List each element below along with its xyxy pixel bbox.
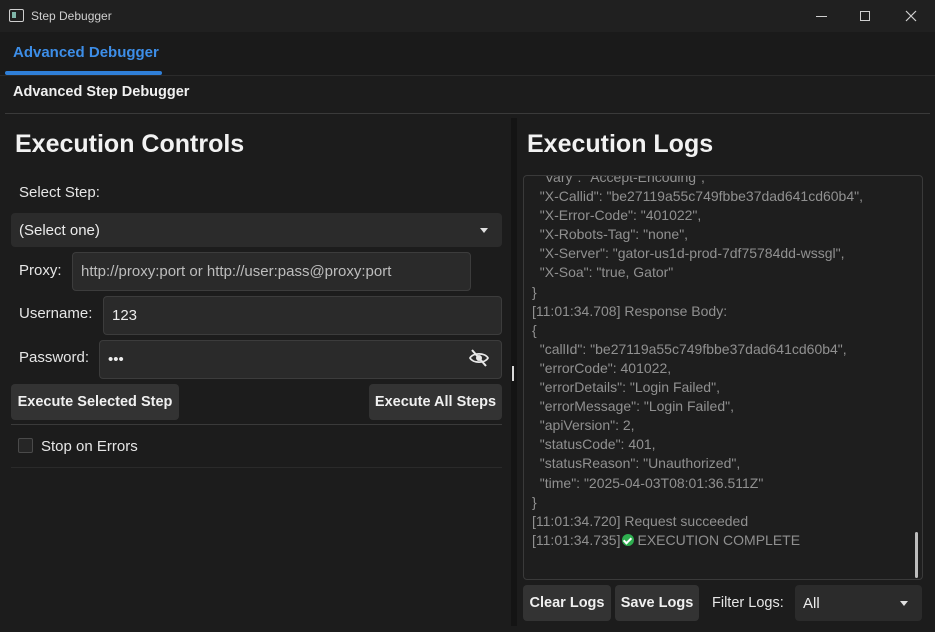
stop-on-errors-checkbox[interactable] bbox=[18, 438, 33, 453]
log-line: "apiVersion": 2, bbox=[532, 417, 635, 434]
log-line: "X-Server": "gator-us1d-prod-7df75784dd-… bbox=[532, 245, 845, 262]
eye-slash-icon[interactable] bbox=[469, 349, 489, 367]
log-scrollbar[interactable] bbox=[915, 532, 918, 578]
check-circle-icon bbox=[622, 533, 635, 546]
log-line: "errorDetails": "Login Failed", bbox=[532, 379, 720, 396]
log-line: [11:01:34.720] Request succeeded bbox=[532, 512, 749, 529]
execution-controls-title: Execution Controls bbox=[15, 130, 245, 158]
execute-all-steps-button[interactable]: Execute All Steps bbox=[369, 384, 502, 420]
maximize-button[interactable] bbox=[842, 0, 888, 32]
select-step-dropdown[interactable]: (Select one) bbox=[11, 213, 502, 247]
log-line: "time": "2025-04-03T08:01:36.511Z" bbox=[532, 474, 764, 491]
close-button[interactable] bbox=[888, 0, 934, 32]
filter-logs-label: Filter Logs: bbox=[712, 595, 784, 611]
log-timestamp: [11:01:34.735] bbox=[532, 531, 621, 548]
username-input[interactable]: 123 bbox=[103, 296, 502, 335]
minimize-icon bbox=[815, 15, 827, 17]
chevron-down-icon bbox=[900, 601, 908, 606]
stop-on-errors-label[interactable]: Stop on Errors bbox=[41, 438, 138, 455]
execution-controls-panel: Execution Controls Select Step: (Select … bbox=[5, 118, 511, 626]
title-bar: Step Debugger bbox=[0, 0, 935, 32]
log-line: { bbox=[532, 321, 537, 338]
execute-selected-step-button[interactable]: Execute Selected Step bbox=[11, 384, 179, 420]
log-line: "callId": "be27119a55c749fbbe37dad641cd6… bbox=[532, 340, 847, 357]
log-line: "X-Error-Code": "401022", bbox=[532, 207, 702, 224]
close-icon bbox=[905, 10, 917, 22]
log-line: "X-Soa": "true, Gator" bbox=[532, 264, 674, 281]
execution-logs-panel: Execution Logs "Vary": "Accept-Encoding"… bbox=[517, 118, 930, 626]
save-logs-button[interactable]: Save Logs bbox=[615, 585, 699, 621]
password-label: Password: bbox=[19, 349, 90, 366]
tab-label: Advanced Debugger bbox=[13, 44, 159, 61]
log-complete-message: EXECUTION COMPLETE bbox=[637, 531, 801, 548]
password-value: ••• bbox=[108, 351, 124, 368]
username-label: Username: bbox=[19, 305, 93, 322]
minimize-button[interactable] bbox=[798, 0, 844, 32]
page-title: Advanced Step Debugger bbox=[13, 84, 190, 100]
log-line: [11:01:34.708] Response Body: bbox=[532, 302, 728, 319]
log-line: "statusReason": "Unauthorized", bbox=[532, 455, 741, 472]
maximize-icon bbox=[860, 11, 870, 21]
chevron-down-icon bbox=[480, 228, 488, 233]
execution-logs-title: Execution Logs bbox=[527, 130, 714, 158]
log-line: "X-Robots-Tag": "none", bbox=[532, 226, 689, 243]
header-divider bbox=[5, 113, 930, 114]
log-line: "errorMessage": "Login Failed", bbox=[532, 398, 734, 415]
controls-bottom-divider bbox=[11, 467, 502, 468]
tab-advanced-debugger[interactable]: Advanced Debugger bbox=[5, 32, 162, 75]
filter-logs-dropdown[interactable]: All bbox=[795, 585, 922, 621]
splitter-handle[interactable] bbox=[512, 366, 514, 381]
filter-logs-value: All bbox=[803, 594, 820, 612]
select-step-value: (Select one) bbox=[19, 221, 100, 239]
log-line: "Vary": "Accept-Encoding", bbox=[532, 175, 705, 185]
log-line: } bbox=[532, 283, 537, 300]
log-line-complete: [11:01:34.735] EXECUTION COMPLETE bbox=[532, 531, 912, 550]
log-line: "statusCode": 401, bbox=[532, 436, 656, 453]
controls-divider bbox=[11, 424, 502, 425]
clear-logs-button[interactable]: Clear Logs bbox=[523, 585, 611, 621]
log-line: } bbox=[532, 493, 537, 510]
app-window-icon bbox=[9, 9, 24, 22]
log-line: "errorCode": 401022, bbox=[532, 359, 672, 376]
window-title: Step Debugger bbox=[31, 9, 112, 23]
log-output-area[interactable]: "Vary": "Accept-Encoding", "X-Callid": "… bbox=[523, 175, 923, 580]
password-input[interactable]: ••• bbox=[99, 340, 502, 379]
proxy-label: Proxy: bbox=[19, 262, 62, 279]
active-tab-indicator bbox=[5, 71, 162, 75]
select-step-label: Select Step: bbox=[19, 184, 100, 201]
tab-bar: Advanced Debugger bbox=[0, 32, 935, 76]
log-line: "X-Callid": "be27119a55c749fbbe37dad641c… bbox=[532, 188, 863, 205]
proxy-input[interactable]: http://proxy:port or http://user:pass@pr… bbox=[72, 252, 471, 291]
log-lines: "Vary": "Accept-Encoding", "X-Callid": "… bbox=[532, 175, 912, 550]
